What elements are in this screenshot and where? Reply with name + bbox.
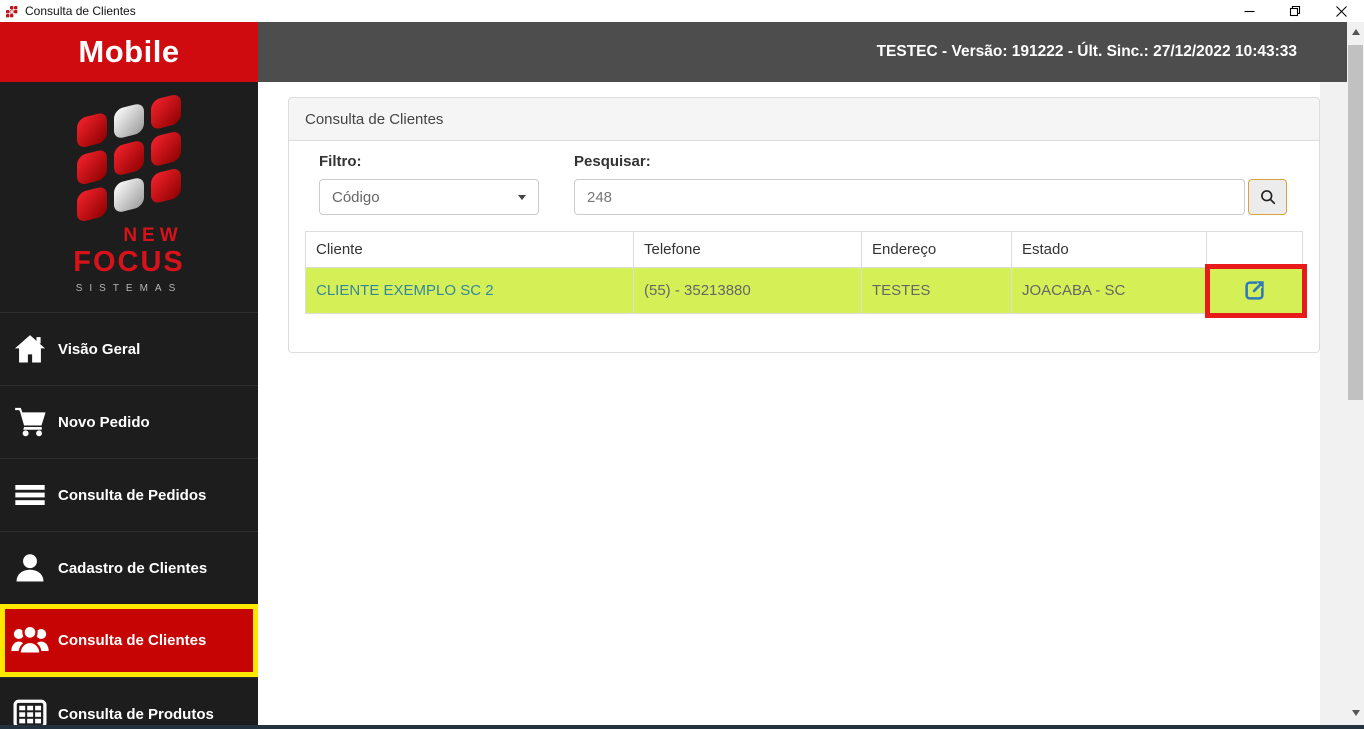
- logo-text-sistemas: SISTEMAS: [75, 283, 183, 295]
- right-gutter: [1320, 82, 1350, 729]
- list-icon: [10, 479, 50, 511]
- sidebar-item-cadastro-clientes[interactable]: Cadastro de Clientes: [0, 531, 258, 604]
- sidebar-item-label: Consulta de Pedidos: [58, 486, 207, 504]
- sidebar-item-label: Visão Geral: [58, 340, 141, 358]
- column-header-actions: [1206, 231, 1303, 268]
- minimize-icon: [1244, 10, 1254, 12]
- sidebar-item-consulta-produtos[interactable]: Consulta de Produtos: [0, 677, 258, 729]
- client-address: TESTES: [861, 267, 1012, 314]
- filter-bar: Filtro: Código Pesquisar:: [305, 153, 1303, 215]
- vertical-scrollbar: [1347, 22, 1364, 729]
- people-icon: [10, 620, 50, 662]
- window-title: Consulta de Clientes: [25, 4, 136, 18]
- app-content: NEW FOCUS SISTEMAS Visão Geral Novo Pedi…: [0, 82, 1350, 729]
- logo-text-new: NEW: [123, 224, 183, 246]
- close-icon: [1335, 5, 1347, 17]
- sidebar: NEW FOCUS SISTEMAS Visão Geral Novo Pedi…: [0, 82, 258, 729]
- sidebar-item-consulta-clientes[interactable]: Consulta de Clientes: [0, 604, 258, 677]
- app-viewport: Mobile TESTEC - Versão: 191222 - Últ. Si…: [0, 22, 1350, 729]
- app-header: Mobile TESTEC - Versão: 191222 - Últ. Si…: [0, 22, 1347, 82]
- scrollbar-down-button[interactable]: [1347, 705, 1364, 721]
- search-row: [574, 179, 1287, 215]
- cart-icon: [10, 405, 50, 439]
- search-button[interactable]: [1248, 179, 1287, 215]
- window-bottom-edge: [0, 725, 1364, 729]
- clients-table: Cliente Telefone Endereço Estado CLIENTE…: [305, 231, 1307, 318]
- external-link-icon: [1245, 281, 1264, 300]
- sync-status-bar: TESTEC - Versão: 191222 - Últ. Sinc.: 27…: [258, 22, 1347, 82]
- search-group: Pesquisar:: [574, 153, 1287, 215]
- person-icon: [10, 551, 50, 585]
- panel-body: Filtro: Código Pesquisar: 248 Cliente Te…: [289, 141, 1319, 352]
- scrollbar-thumb[interactable]: [1348, 45, 1363, 400]
- triangle-down-icon: [1351, 710, 1360, 716]
- restore-button[interactable]: [1272, 0, 1318, 22]
- column-header-telefone: Telefone: [633, 231, 862, 268]
- restore-icon: [1289, 5, 1301, 17]
- sidebar-item-label: Consulta de Clientes: [58, 632, 207, 649]
- triangle-up-icon: [1351, 29, 1360, 35]
- sync-status-text: TESTEC - Versão: 191222 - Últ. Sinc.: 27…: [876, 43, 1297, 60]
- minimize-button[interactable]: [1226, 0, 1272, 22]
- sidebar-item-label: Novo Pedido: [58, 413, 150, 431]
- panel-title: Consulta de Clientes: [289, 98, 1319, 141]
- client-actions-cell: [1205, 264, 1307, 318]
- sidebar-item-novo-pedido[interactable]: Novo Pedido: [0, 385, 258, 458]
- column-header-estado: Estado: [1011, 231, 1207, 268]
- close-button[interactable]: [1318, 0, 1364, 22]
- client-phone: (55) - 35213880: [633, 267, 862, 314]
- app-logo-icon: [6, 5, 18, 17]
- open-client-button[interactable]: [1238, 275, 1272, 307]
- filter-label: Filtro:: [319, 153, 362, 170]
- search-input[interactable]: [574, 179, 1245, 215]
- filter-group: Filtro: Código: [319, 153, 539, 215]
- client-name-link[interactable]: CLIENTE EXEMPLO SC 2: [305, 267, 634, 314]
- search-label: Pesquisar:: [574, 153, 651, 170]
- column-header-endereco: Endereço: [861, 231, 1012, 268]
- client-state: JOACABA - SC: [1011, 267, 1207, 314]
- home-icon: [10, 332, 50, 366]
- window-titlebar: Consulta de Clientes: [0, 0, 1364, 22]
- filter-selected-value: Código: [332, 188, 380, 206]
- sidebar-item-visao-geral[interactable]: Visão Geral: [0, 312, 258, 385]
- column-header-cliente: Cliente: [305, 231, 634, 268]
- sidebar-item-label: Consulta de Produtos: [58, 705, 214, 723]
- scrollbar-up-button[interactable]: [1347, 24, 1364, 40]
- sidebar-item-label: Cadastro de Clientes: [58, 559, 208, 577]
- table-header-row: Cliente Telefone Endereço Estado: [305, 231, 1303, 268]
- sidebar-item-consulta-pedidos[interactable]: Consulta de Pedidos: [0, 458, 258, 531]
- filter-select[interactable]: Código: [319, 179, 539, 215]
- logo-tiles-icon: [77, 92, 181, 223]
- brand-banner: Mobile: [0, 22, 258, 82]
- company-logo: NEW FOCUS SISTEMAS: [0, 82, 258, 312]
- consulta-clientes-panel: Consulta de Clientes Filtro: Código Pesq…: [288, 97, 1320, 353]
- window-controls: [1226, 0, 1364, 22]
- logo-text-focus: FOCUS: [73, 245, 185, 278]
- main-area: Consulta de Clientes Filtro: Código Pesq…: [258, 82, 1350, 729]
- table-row: CLIENTE EXEMPLO SC 2 (55) - 35213880 TES…: [305, 264, 1307, 318]
- search-icon: [1260, 190, 1275, 205]
- chevron-down-icon: [518, 194, 526, 200]
